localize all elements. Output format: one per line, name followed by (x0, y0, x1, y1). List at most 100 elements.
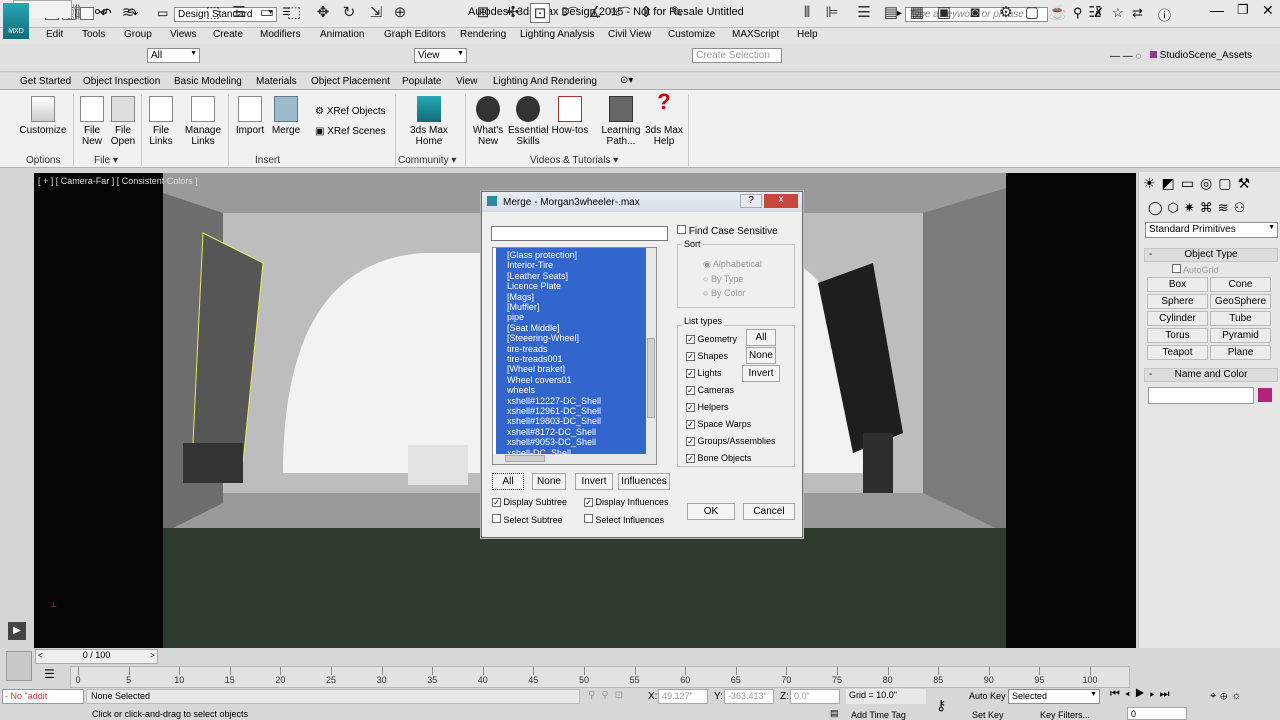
list-item[interactable]: [Steeering-Wheel] (507, 333, 579, 343)
select-manipulate-icon[interactable]: ✣ (503, 3, 523, 23)
manage-links-button[interactable]: Manage Links (183, 96, 223, 147)
display-subtree-checkbox[interactable]: ✓ Display Subtree (492, 497, 567, 507)
window-crossing-icon[interactable]: ⬚ (284, 3, 304, 23)
rotate-icon[interactable]: ↻ (339, 3, 359, 23)
types-invert-button[interactable]: Invert (742, 365, 780, 382)
scroll-thumb[interactable] (647, 338, 655, 418)
type-checkbox-groups-assemblies[interactable]: ✓ Groups/Assemblies (686, 436, 776, 446)
type-checkbox-bone-objects[interactable]: ✓ Bone Objects (686, 453, 752, 463)
list-vertical-scrollbar[interactable] (646, 248, 656, 455)
menu-lighting-analysis[interactable]: Lighting Analysis (520, 29, 595, 40)
set-key-button[interactable]: Set Key (972, 710, 1004, 720)
tab-view[interactable]: View (456, 76, 478, 87)
types-none-button[interactable]: None (746, 347, 776, 364)
place-icon[interactable]: ⊕ (390, 3, 410, 23)
select-by-name-icon[interactable]: ☰ (229, 3, 249, 23)
minimize-icon[interactable]: — (1210, 2, 1224, 18)
cylinder-button[interactable]: Cylinder (1147, 311, 1208, 326)
angle-snap-icon[interactable]: ∡ (585, 3, 605, 23)
list-item[interactable]: [Wheel braket] (507, 364, 565, 374)
menu-rendering[interactable]: Rendering (460, 29, 506, 40)
list-item[interactable]: [Mags] (507, 292, 534, 302)
close-icon[interactable]: ✕ (1262, 2, 1274, 19)
customize-button[interactable]: Customize (19, 96, 67, 136)
track-bar-icon[interactable]: ☰ (44, 667, 60, 683)
ribbon-minimize-icon[interactable]: ⊙▾ (620, 75, 633, 86)
key-filters-button[interactable]: Key Filters... (1040, 710, 1090, 720)
named-selection-input[interactable]: Create Selection Se (692, 48, 782, 63)
rendered-frame-icon[interactable]: ▢ (1022, 3, 1042, 23)
list-item[interactable]: xshell#9053-DC_Shell (507, 437, 596, 447)
tab-materials[interactable]: Materials (256, 76, 297, 87)
type-checkbox-space-warps[interactable]: ✓ Space Warps (686, 419, 751, 429)
object-search-input[interactable] (491, 226, 668, 241)
menu-modifiers[interactable]: Modifiers (260, 29, 301, 40)
type-checkbox-geometry[interactable]: ✓ Geometry (686, 334, 737, 344)
file-open-button[interactable]: File Open (110, 96, 136, 147)
list-item[interactable]: pipe (507, 312, 524, 322)
scene-explorer-icon[interactable]: ☷ (1085, 3, 1105, 23)
z-coordinate-field[interactable]: 0.0" (790, 689, 840, 704)
select-none-button[interactable]: None (532, 473, 566, 490)
pyramid-button[interactable]: Pyramid (1210, 328, 1271, 343)
tab-object-inspection[interactable]: Object Inspection (83, 76, 160, 87)
xref-objects-button[interactable]: ⚙ XRef Objects (315, 106, 386, 117)
group-label-videos[interactable]: Videos & Tutorials ▾ (530, 155, 618, 166)
max-home-button[interactable]: 3ds Max Home (407, 96, 451, 147)
edit-named-selection-icon[interactable]: ✎ (667, 3, 687, 23)
group-label-file[interactable]: File ▾ (94, 155, 118, 166)
menu-animation[interactable]: Animation (320, 29, 364, 40)
teapot-button[interactable]: Teapot (1147, 345, 1208, 360)
rect-selection-icon[interactable]: ▭ (257, 3, 277, 23)
percent-snap-icon[interactable]: %⌒ (610, 3, 631, 23)
time-slider-next-icon[interactable]: > (150, 651, 155, 660)
object-name-input[interactable] (1148, 387, 1254, 404)
list-item[interactable]: wheels (507, 385, 535, 395)
ok-button[interactable]: OK (687, 503, 735, 520)
time-slider-prev-icon[interactable]: < (38, 651, 43, 660)
list-item[interactable]: tire-treads (507, 344, 548, 354)
menu-help[interactable]: Help (797, 29, 818, 40)
key-mode-dropdown[interactable]: Selected ▼ (1008, 689, 1100, 704)
whats-new-button[interactable]: What's New (471, 96, 505, 147)
time-tag-icon[interactable]: ▤ (830, 708, 839, 719)
help-icon[interactable]: ⓘ (1158, 5, 1171, 24)
selection-filter-dropdown[interactable]: All ▼ (147, 48, 200, 63)
tube-button[interactable]: Tube (1210, 311, 1271, 326)
spinner-snap-icon[interactable]: ⇕ (636, 3, 656, 23)
display-influences-checkbox[interactable]: ✓ Display Influences (584, 497, 669, 507)
select-all-button[interactable]: All (492, 473, 524, 490)
select-invert-button[interactable]: Invert (575, 473, 613, 490)
merge-button[interactable]: Merge (270, 96, 302, 136)
menu-tools[interactable]: Tools (82, 29, 105, 40)
autogrid-checkbox[interactable]: AutoGrid (1172, 264, 1219, 275)
curve-editor-icon[interactable]: ▦ (907, 3, 927, 23)
render-setup-icon[interactable]: ⚙ (996, 3, 1016, 23)
playback-controls-icon[interactable]: ⏮◂▶▸⏭ (1110, 688, 1175, 701)
scale-icon[interactable]: ⇲ (366, 3, 386, 23)
keyboard-shortcut-icon[interactable]: ⊡ (530, 3, 550, 23)
list-item[interactable]: xshell#19803-DC_Shell (507, 416, 601, 426)
bind-spacewarp-icon[interactable]: ≋ (118, 3, 138, 23)
search-icon[interactable]: ⚲ (1073, 5, 1083, 21)
import-button[interactable]: Import (233, 96, 267, 136)
menu-graph-editors[interactable]: Graph Editors (384, 29, 446, 40)
reference-coord-dropdown[interactable]: View ▼ (414, 48, 467, 63)
list-item[interactable]: xshell#12227-DC_Shell (507, 396, 601, 406)
list-item[interactable]: [Seat Middle] (507, 323, 560, 333)
max-help-button[interactable]: ? 3ds Max Help (644, 91, 684, 148)
sort-by-type-radio[interactable]: ○ By Type (703, 274, 743, 284)
box-button[interactable]: Box (1147, 277, 1208, 292)
list-item[interactable]: Licence Plate (507, 281, 561, 291)
type-checkbox-lights[interactable]: ✓ Lights (686, 368, 722, 378)
type-checkbox-shapes[interactable]: ✓ Shapes (686, 351, 728, 361)
list-item[interactable]: Wheel covers01 (507, 375, 572, 385)
render-production-icon[interactable]: ☕ (1048, 3, 1068, 23)
mirror-icon[interactable]: ⫴ (797, 3, 817, 23)
list-item[interactable]: [Muffler] (507, 302, 539, 312)
time-slider[interactable]: 0 / 100 (35, 649, 158, 664)
essential-skills-button[interactable]: Essential Skills (508, 96, 549, 147)
sphere-button[interactable]: Sphere (1147, 294, 1208, 309)
graphite-icon[interactable]: ▤ (881, 3, 901, 23)
star-icon[interactable]: ☆ (1112, 5, 1124, 21)
